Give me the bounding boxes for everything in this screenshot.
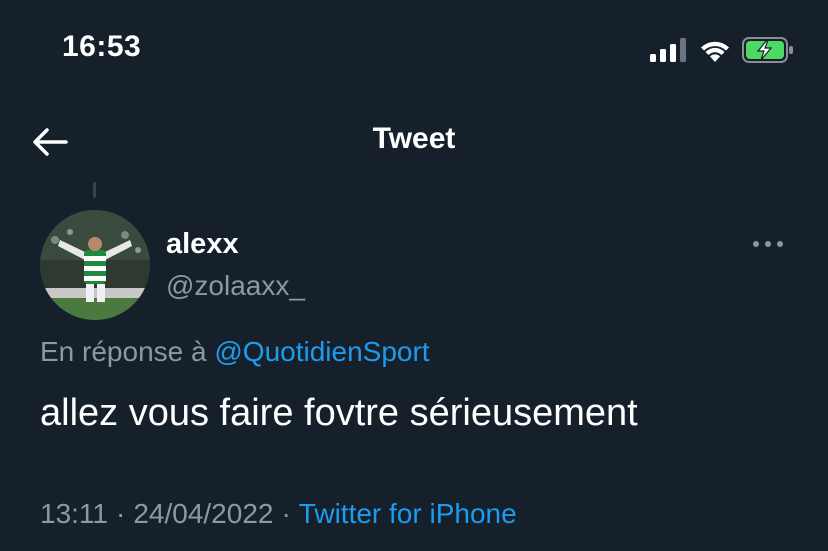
more-button[interactable]	[748, 232, 788, 256]
thread-connector-line	[93, 182, 96, 198]
signal-icon	[650, 38, 686, 62]
avatar[interactable]	[40, 210, 150, 320]
meta-separator: ·	[116, 498, 126, 529]
more-dots-icon	[753, 241, 783, 247]
tweet-time: 13:11	[40, 498, 108, 529]
tweet-date: 24/04/2022	[133, 498, 274, 529]
meta-separator: ·	[281, 498, 291, 529]
reply-prefix: En réponse à	[40, 336, 207, 367]
reply-context: En réponse à @QuotidienSport	[40, 336, 430, 368]
wifi-icon	[701, 41, 729, 62]
status-icons	[650, 36, 794, 64]
nav-bar: Tweet	[0, 110, 828, 174]
status-bar: 16:53	[0, 0, 828, 100]
author-name[interactable]: alexx	[166, 228, 239, 261]
avatar-image	[40, 210, 150, 320]
status-time: 16:53	[62, 30, 142, 63]
tweet-source-link[interactable]: Twitter for iPhone	[299, 498, 517, 529]
battery-charging-icon	[742, 37, 793, 63]
author-handle[interactable]: @zolaaxx_	[166, 270, 305, 302]
page-title: Tweet	[372, 122, 456, 155]
reply-handle-link[interactable]: @QuotidienSport	[214, 336, 429, 367]
tweet-meta: 13:11 · 24/04/2022 · Twitter for iPhone	[40, 498, 517, 530]
tweet-text: allez vous faire fovtre sérieusement	[40, 392, 638, 434]
